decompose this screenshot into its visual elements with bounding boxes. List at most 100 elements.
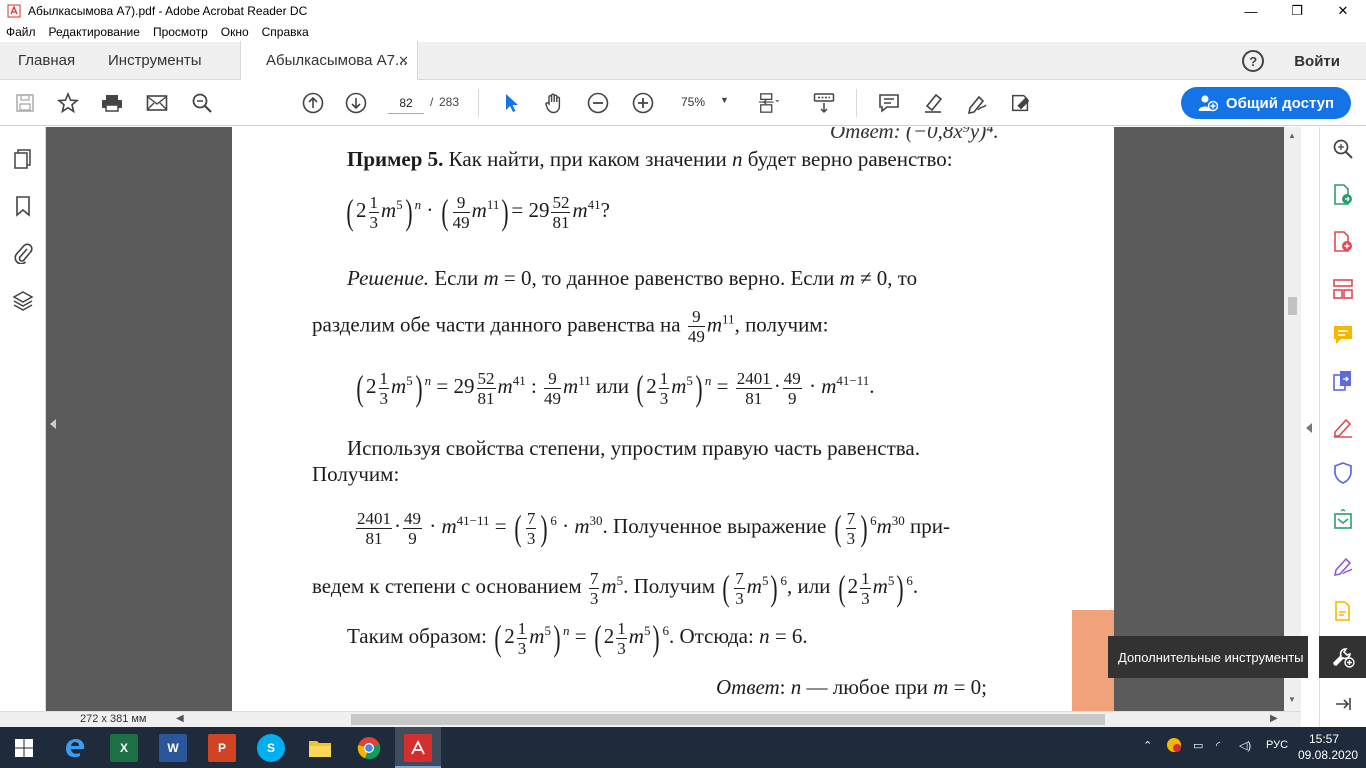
windows-start-icon[interactable] <box>10 734 38 762</box>
page-fit-icon[interactable] <box>758 92 780 114</box>
menu-file[interactable]: Файл <box>6 25 36 39</box>
divide-line: разделим обе части данного равенства на … <box>312 307 829 346</box>
acrobat-app-icon <box>6 3 22 19</box>
scroll-up-icon[interactable]: ▲ <box>1288 131 1296 140</box>
request-signatures-icon[interactable] <box>1332 600 1354 622</box>
tab-tools[interactable]: Инструменты <box>88 42 240 80</box>
vertical-scrollbar[interactable]: ▲ ▼ <box>1284 127 1301 711</box>
scroll-right-icon[interactable]: ▶ <box>1270 713 1278 724</box>
clock-time: 15:57 <box>1308 732 1340 746</box>
highlight-pen-icon[interactable] <box>922 92 944 114</box>
comment-icon[interactable] <box>878 92 900 114</box>
scroll-mode-icon[interactable] <box>813 92 835 114</box>
save-icon[interactable] <box>14 92 36 114</box>
menu-bar: Файл Редактирование Просмотр Окно Справк… <box>0 22 1366 42</box>
collapse-tools-pane-icon[interactable] <box>1332 693 1354 715</box>
page-thumbnails-icon[interactable] <box>12 148 34 170</box>
acrobat-taskbar-icon[interactable] <box>404 734 432 762</box>
bookmark-star-icon[interactable] <box>57 92 79 114</box>
edge-browser-icon[interactable] <box>61 734 89 762</box>
fill-and-sign-icon[interactable] <box>1332 555 1354 577</box>
print-icon[interactable] <box>101 92 123 114</box>
signin-button[interactable]: Войти <box>1294 53 1340 70</box>
tab-document[interactable]: Абылкасымова А7... ✕ <box>240 41 418 80</box>
tab-home[interactable]: Главная <box>0 42 88 80</box>
equation-3: 2401 81 · 49 9 · m41−11 = (7 3) 6 · m30. Получ… <box>356 508 950 548</box>
language-indicator[interactable]: РУС <box>1266 739 1288 751</box>
answer-line: Ответ: n — любое при m = 0; <box>716 675 988 699</box>
bookmarks-icon[interactable] <box>12 195 34 217</box>
combine-files-icon[interactable] <box>1332 370 1354 392</box>
send-for-review-icon[interactable] <box>1332 509 1354 531</box>
toolbar-divider <box>856 89 857 117</box>
equation-2: (2 1 3 m5) n = 29 52 81 m41 : 9 49 m11 или (2 1 3 m5… <box>356 368 875 408</box>
tray-status-icon[interactable] <box>1166 737 1182 756</box>
network-icon[interactable]: ◜ <box>1216 739 1220 752</box>
file-explorer-icon[interactable] <box>306 734 334 762</box>
next-page-icon[interactable] <box>345 92 367 114</box>
draw-sign-icon[interactable] <box>966 92 988 114</box>
tab-document-label: Абылкасымова А7... <box>266 52 408 69</box>
zoom-in-icon[interactable] <box>632 92 654 114</box>
close-window-button[interactable]: ✕ <box>1320 0 1366 22</box>
select-cursor-icon[interactable] <box>500 92 522 114</box>
word-icon[interactable]: W <box>159 734 187 762</box>
menu-window[interactable]: Окно <box>221 25 249 39</box>
comment-tool-icon[interactable] <box>1332 324 1354 346</box>
create-pdf-icon[interactable] <box>1332 231 1354 253</box>
page-number-input[interactable] <box>388 92 424 114</box>
layers-icon[interactable] <box>12 290 34 312</box>
menu-help[interactable]: Справка <box>262 25 309 39</box>
minimize-button[interactable]: — <box>1228 0 1274 22</box>
scroll-left-icon[interactable]: ◀ <box>176 713 184 724</box>
email-icon[interactable] <box>146 92 168 114</box>
zoom-level[interactable]: 75% <box>681 95 705 109</box>
export-pdf-icon[interactable] <box>1332 184 1354 206</box>
add-user-icon <box>1198 95 1218 112</box>
help-icon[interactable]: ? <box>1242 50 1265 72</box>
windows-taskbar: X W P S ⌃ ▭ ◜ ◁) РУС 15:57 09.08.2020 <box>0 727 1366 768</box>
restore-button[interactable]: ❐ <box>1274 0 1320 22</box>
clock-date: 09.08.2020 <box>1298 748 1359 762</box>
more-tools-button[interactable] <box>1319 636 1366 678</box>
powerpoint-icon[interactable]: P <box>208 734 236 762</box>
excel-icon[interactable]: X <box>110 734 138 762</box>
tab-close-icon[interactable]: ✕ <box>398 53 409 69</box>
hand-tool-icon[interactable] <box>543 92 565 114</box>
menu-view[interactable]: Просмотр <box>153 25 208 39</box>
previous-page-icon[interactable] <box>302 92 324 114</box>
using-properties-line: Используя свойства степени, упростим пра… <box>347 436 920 460</box>
fill-sign-icon[interactable] <box>1010 92 1032 114</box>
zoom-dropdown-icon[interactable]: ▼ <box>720 95 729 105</box>
organize-pages-icon[interactable] <box>1332 278 1354 300</box>
equation-1: (2 1 3 m5) n · (9 49 m11) = 29 52 81 m41? <box>346 192 610 232</box>
skype-icon[interactable]: S <box>257 734 285 762</box>
vertical-scroll-thumb[interactable] <box>1288 297 1297 315</box>
conclusion-line: Таким образом: (2 1 3 m5) n = (2 1 3 m5) 6. Отсю… <box>347 618 808 658</box>
find-zoom-icon[interactable] <box>191 92 213 114</box>
solution-line: Решение. Если m = 0, то данное равенство… <box>347 266 918 290</box>
zoom-out-icon[interactable] <box>587 92 609 114</box>
enhance-scan-icon[interactable] <box>1332 138 1354 160</box>
protect-shield-icon[interactable] <box>1332 462 1354 484</box>
collapse-left-pane-icon[interactable] <box>50 419 56 429</box>
chrome-icon[interactable] <box>355 734 383 762</box>
get-line: Получим: <box>312 462 400 486</box>
page-separator: / <box>430 95 434 109</box>
page-dimensions: 272 x 381 мм <box>80 713 147 725</box>
tab-bar: Главная Инструменты Абылкасымова А7... ✕… <box>0 41 1366 80</box>
system-clock[interactable]: 15:57 09.08.2020 <box>1298 731 1359 763</box>
share-button[interactable]: Общий доступ <box>1181 87 1351 119</box>
menu-edit[interactable]: Редактирование <box>49 25 140 39</box>
attachments-icon[interactable] <box>12 242 34 264</box>
edit-pdf-icon[interactable] <box>1332 416 1354 438</box>
expand-right-pane-icon[interactable] <box>1306 423 1312 433</box>
horizontal-scroll-thumb[interactable] <box>351 714 1105 725</box>
right-pane-toggle-strip <box>1301 127 1319 711</box>
battery-icon[interactable]: ▭ <box>1193 739 1203 752</box>
tray-overflow-icon[interactable]: ⌃ <box>1143 739 1152 752</box>
document-viewport[interactable]: Ответ: (−0,8x⁹y)⁴. Пример 5. Как найти, … <box>46 127 1284 711</box>
answer-previous: Ответ: (−0,8x⁹y)⁴. <box>830 127 999 143</box>
volume-icon[interactable]: ◁) <box>1239 739 1251 752</box>
scroll-down-icon[interactable]: ▼ <box>1288 695 1296 704</box>
